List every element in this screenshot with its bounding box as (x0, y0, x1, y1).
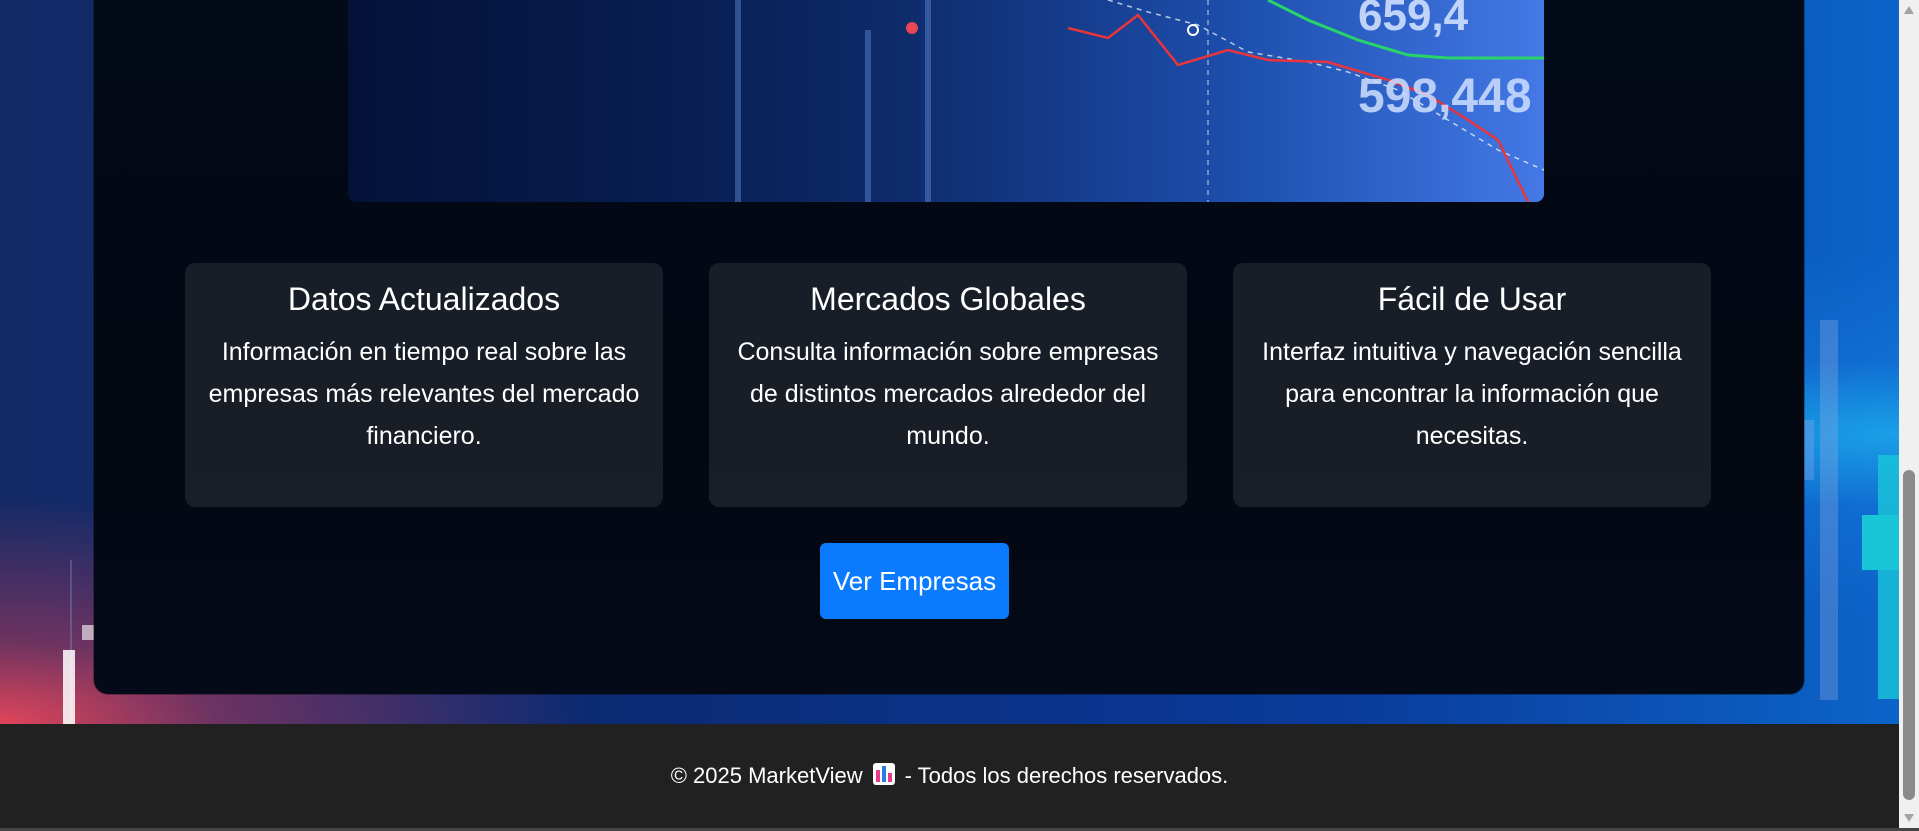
feature-description: Interfaz intuitiva y navegación sencilla… (1262, 338, 1682, 450)
scroll-down-arrow-icon[interactable] (1904, 814, 1914, 822)
scrollbar-thumb[interactable] (1903, 470, 1915, 800)
bar-chart-icon (872, 763, 895, 785)
hero-number: 659,4 (1358, 0, 1469, 40)
candle (63, 650, 75, 724)
feature-card-mercados-globales: Mercados Globales Consulta información s… (709, 263, 1187, 507)
ver-empresas-button[interactable]: Ver Empresas (820, 543, 1009, 619)
candle (82, 625, 94, 640)
main-card: 659,4 598,448 Datos Actualizados Informa… (94, 0, 1804, 694)
feature-description: Información en tiempo real sobre las emp… (208, 338, 640, 450)
hero-chart-graphic: 659,4 598,448 (348, 0, 1544, 202)
feature-title: Mercados Globales (810, 281, 1086, 317)
hero-image-stock-ticker: 659,4 598,448 (348, 0, 1544, 202)
candle (1820, 320, 1838, 700)
candle (1878, 455, 1899, 699)
feature-description: Consulta información sobre empresas de d… (737, 338, 1159, 450)
hero-number: 598,448 (1358, 70, 1532, 123)
footer-rights: - Todos los derechos reservados. (904, 763, 1229, 788)
vertical-scrollbar[interactable] (1899, 0, 1919, 828)
scroll-up-arrow-icon[interactable] (1904, 6, 1914, 14)
feature-card-facil-de-usar: Fácil de Usar Interfaz intuitiva y naveg… (1233, 263, 1711, 507)
feature-title: Datos Actualizados (287, 281, 561, 317)
features-section: Datos Actualizados Información en tiempo… (185, 263, 1713, 507)
footer: © 2025 MarketView - Todos los derechos r… (0, 724, 1899, 828)
feature-card-datos-actualizados: Datos Actualizados Información en tiempo… (185, 263, 663, 507)
feature-title: Fácil de Usar (1377, 281, 1567, 317)
footer-copyright: © 2025 MarketView (670, 763, 863, 788)
